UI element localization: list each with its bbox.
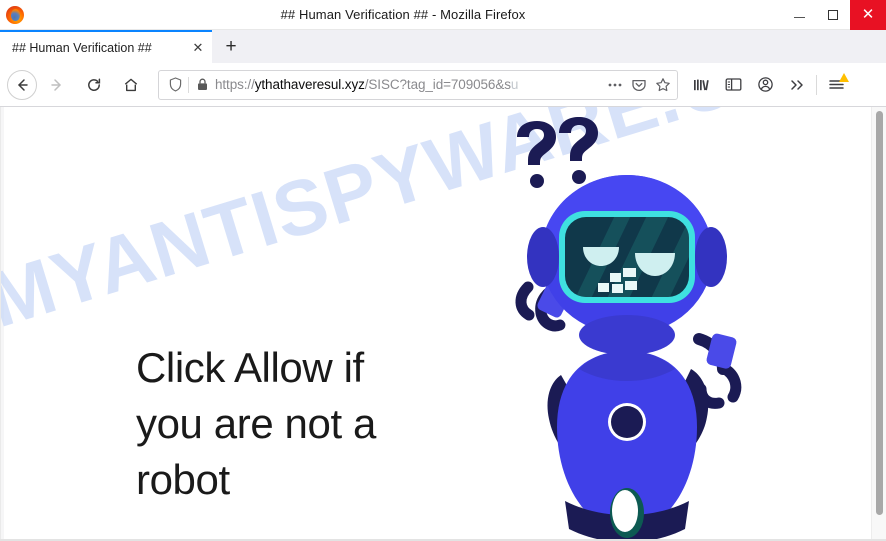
url-bar[interactable]: https://ythathaveresul.xyz/SISC?tag_id=7…: [158, 69, 678, 100]
tab-human-verification[interactable]: ## Human Verification ## ✕: [0, 30, 212, 63]
minimize-button[interactable]: [782, 0, 816, 30]
url-host: ythathaveresul.xyz: [254, 77, 365, 92]
tab-strip: ## Human Verification ## ✕ +: [0, 30, 886, 63]
robot-belt-buckle: [612, 490, 638, 532]
url-path: /SISC?tag_id=709056&s: [364, 77, 511, 92]
library-icon[interactable]: [685, 69, 717, 101]
shield-icon[interactable]: [164, 77, 186, 92]
robot-visor: [559, 211, 695, 303]
maximize-button[interactable]: [816, 0, 850, 30]
reload-button[interactable]: [77, 68, 111, 102]
scrollbar-thumb[interactable]: [876, 111, 883, 515]
warning-badge-icon: [839, 72, 849, 82]
close-window-button[interactable]: ✕: [850, 0, 886, 30]
url-text[interactable]: https://ythathaveresul.xyz/SISC?tag_id=7…: [211, 77, 603, 92]
forward-button[interactable]: [40, 68, 74, 102]
bookmark-star-icon[interactable]: [651, 72, 675, 98]
page-headline: Click Allow if you are not a robot: [136, 344, 376, 503]
overflow-chevrons-icon[interactable]: [781, 69, 813, 101]
content-left-edge: [1, 107, 4, 541]
robot-left-ear: [527, 227, 559, 287]
pocket-icon[interactable]: [627, 72, 651, 98]
window-title: ## Human Verification ## - Mozilla Firef…: [280, 7, 526, 22]
padlock-icon[interactable]: [193, 78, 211, 91]
close-icon: ✕: [861, 6, 875, 23]
url-truncated-tail: u: [510, 77, 519, 92]
firefox-logo-icon: [6, 5, 24, 24]
page-content: MYANTISPYWARE.COM Click Allow if you are…: [0, 107, 886, 541]
url-divider: [188, 76, 189, 93]
url-scheme: https://: [215, 77, 255, 92]
firefox-browser-window: ## Human Verification ## - Mozilla Firef…: [0, 0, 886, 541]
page-actions-icon[interactable]: [603, 72, 627, 98]
back-button[interactable]: [7, 69, 37, 100]
title-bar: ## Human Verification ## - Mozilla Firef…: [0, 0, 886, 30]
robot-neck: [579, 315, 675, 355]
navigation-toolbar: https://ythathaveresul.xyz/SISC?tag_id=7…: [0, 63, 886, 107]
vertical-scrollbar[interactable]: [871, 107, 886, 541]
robot-right-ear: [695, 227, 727, 287]
tab-close-icon[interactable]: ✕: [188, 38, 208, 58]
sidebar-icon[interactable]: [717, 69, 749, 101]
question-marks-icon: [517, 117, 598, 188]
window-controls: ✕: [782, 0, 886, 30]
home-button[interactable]: [114, 68, 148, 102]
toolbar-right-group: [685, 69, 856, 101]
new-tab-button[interactable]: +: [214, 33, 248, 61]
tab-title: ## Human Verification ##: [12, 40, 152, 55]
toolbar-divider: [816, 74, 817, 95]
hamburger-menu-icon[interactable]: [820, 69, 852, 101]
confused-robot-illustration: [453, 107, 793, 541]
account-icon[interactable]: [749, 69, 781, 101]
